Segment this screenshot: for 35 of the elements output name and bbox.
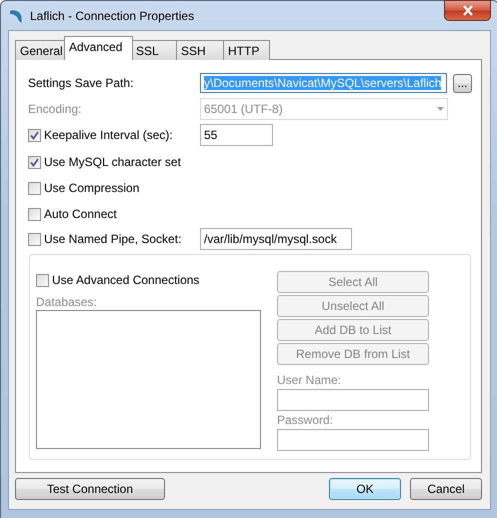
close-icon [462,5,474,16]
window-title: Laflich - Connection Properties [30,8,194,22]
checkbox-label: Keepalive Interval (sec): [44,128,173,142]
checkbox-label: Use Advanced Connections [52,273,200,287]
checkbox[interactable] [28,128,41,142]
tab[interactable]: General [15,40,67,60]
tab[interactable]: HTTP [223,40,270,60]
checkbox[interactable] [28,156,41,168]
field-label: Settings Save Path: [28,76,134,90]
dialog-button[interactable]: Test Connection [15,478,165,500]
field-label: Encoding: [28,102,82,116]
password-field[interactable] [277,429,429,451]
databases-list[interactable] [36,310,261,449]
checkbox-label: Use MySQL character set [44,155,181,169]
dialog-button[interactable]: Cancel [410,478,482,500]
caret-icon [437,107,444,111]
browse-button[interactable]: ... [453,74,472,92]
close-button[interactable] [444,0,491,21]
checkbox-label: Use Compression [44,181,140,195]
checkbox-label: Use Named Pipe, Socket: [44,232,182,246]
field-label: Databases: [36,295,98,309]
checkbox-label: Auto Connect [44,207,117,221]
tab[interactable]: SSL [131,40,177,60]
dolphin-icon [8,8,24,24]
tab[interactable]: SSH [176,40,224,60]
user-name-field[interactable] [277,389,429,411]
checkbox[interactable] [28,232,41,246]
text-field[interactable]: /var/lib/mysql/mysql.sock [200,228,352,250]
text-field[interactable]: 55 [200,124,273,146]
field-label: User Name: [277,373,342,387]
checkbox[interactable] [28,208,41,220]
checkbox[interactable] [28,182,41,194]
tab[interactable]: Advanced [64,36,133,60]
field-label: Password: [277,413,334,427]
dialog-button[interactable]: OK [329,478,401,500]
